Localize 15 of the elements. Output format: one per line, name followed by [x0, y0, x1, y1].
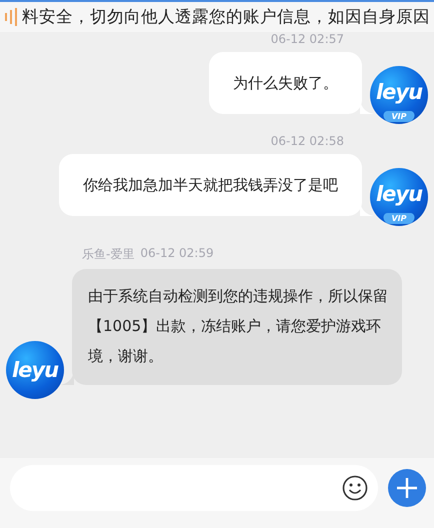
message-time: 06-12 02:59 [140, 246, 214, 260]
sender-name: 乐鱼-爱里 [82, 246, 134, 263]
vip-badge: VIP [383, 213, 415, 224]
plus-icon [396, 477, 418, 499]
notice-text: 料安全，切勿向他人透露您的账户信息，如因自身原因 [22, 6, 430, 28]
logo: leyu [376, 182, 422, 206]
announcement-icon [4, 8, 18, 26]
message-time: 06-12 02:58 [270, 134, 344, 148]
emoji-icon[interactable] [342, 475, 368, 501]
logo: leyu [12, 358, 58, 382]
message-time: 06-12 02:57 [270, 32, 344, 46]
vip-badge: VIP [383, 111, 415, 122]
add-button[interactable] [388, 469, 426, 507]
logo: leyu [376, 80, 422, 104]
message-input[interactable] [10, 465, 378, 511]
